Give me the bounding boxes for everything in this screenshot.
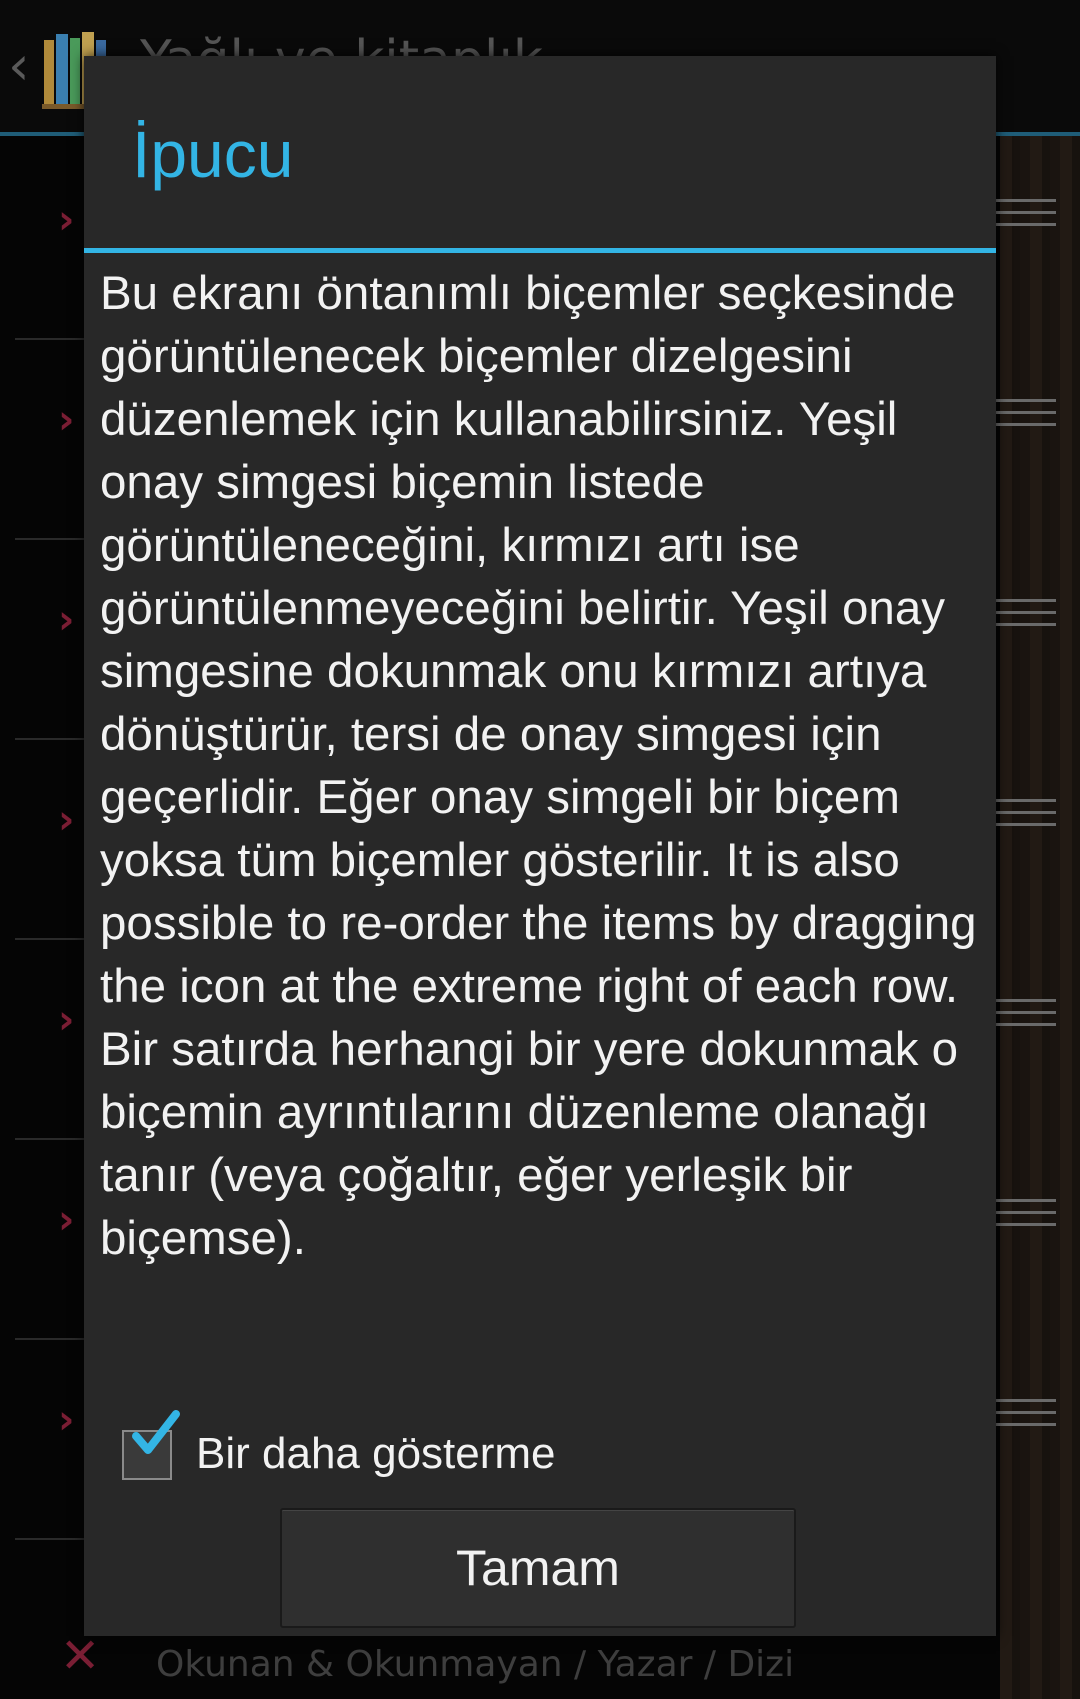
drag-handle-icon[interactable] [992,190,1056,250]
ok-button[interactable]: Tamam [280,1508,796,1628]
drag-handle-icon[interactable] [992,790,1056,850]
list-item-label: Okunan & Okunmayan / Yazar / Dizi [156,1644,795,1685]
drag-handle-icon[interactable] [992,590,1056,650]
dont-show-again-label[interactable]: Bir daha gösterme [196,1424,556,1484]
drag-handle-icon[interactable] [992,990,1056,1050]
title-divider [84,248,996,253]
dialog-message: Bu ekranı öntanımlı biçemler seçkesinde … [100,267,977,1265]
checkmark-icon [132,1410,180,1454]
dialog-title: İpucu [132,117,294,191]
red-cross-icon[interactable]: ✕ [60,1632,100,1680]
dont-show-again-row[interactable]: Bir daha gösterme [122,1410,822,1490]
chevron-left-icon[interactable]: ‹ [8,38,38,94]
drag-handle-icon[interactable] [992,390,1056,450]
drag-handle-icon[interactable] [992,1190,1056,1250]
drag-handle-icon[interactable] [992,1390,1056,1450]
tip-dialog: İpucu Bu ekranı öntanımlı biçemler seçke… [84,56,996,1636]
